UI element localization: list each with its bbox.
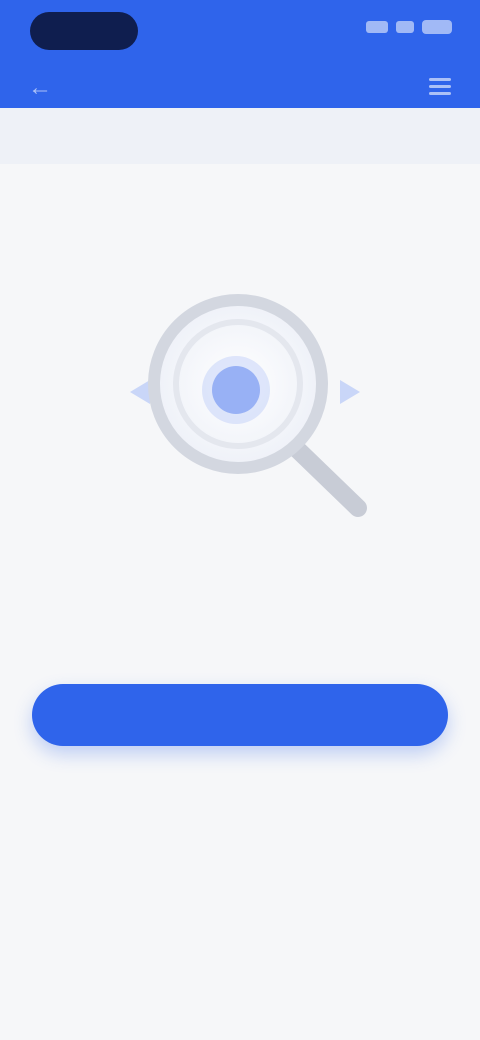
magnifier-search-icon (130, 294, 367, 517)
wifi-icon (396, 21, 414, 33)
app-screen: ← (0, 0, 480, 1040)
subheader-strip (0, 108, 480, 164)
left-arrow-decoration-icon (130, 380, 150, 404)
right-arrow-decoration-icon (340, 380, 360, 404)
battery-icon (422, 20, 452, 34)
status-icons (366, 20, 452, 34)
menu-icon[interactable] (426, 74, 454, 102)
top-app-bar: ← (0, 0, 480, 108)
back-arrow-icon[interactable]: ← (26, 74, 54, 102)
status-bar-time-pill (30, 12, 138, 50)
signal-icon (366, 21, 388, 33)
primary-action-button[interactable] (32, 684, 448, 746)
